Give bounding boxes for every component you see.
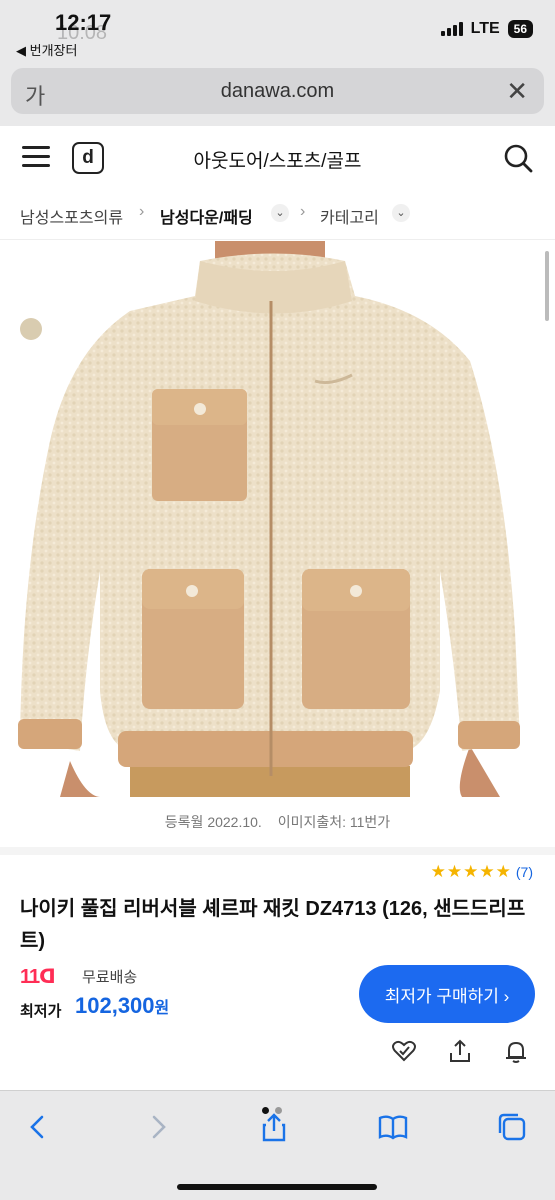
price-alert-bell-icon[interactable] [503, 1038, 529, 1064]
chevron-right-icon: › [300, 203, 306, 220]
product-actions [391, 1038, 529, 1064]
browser-address-area: 가 danawa.com ✕ [0, 58, 555, 126]
scrollbar[interactable] [545, 251, 549, 321]
battery-icon: 56 [507, 20, 533, 38]
price: 102,300원 [75, 993, 169, 1019]
shipping-info: 무료배송 [82, 969, 138, 986]
network-type: LTE [470, 20, 500, 37]
bookmarks-icon[interactable] [377, 1111, 409, 1143]
price-value: 102,300 [75, 993, 155, 1018]
status-time: 12:17 [55, 10, 112, 35]
close-icon[interactable]: ✕ [506, 76, 528, 107]
address-bar[interactable]: 가 danawa.com ✕ [11, 68, 544, 114]
browser-toolbar [0, 1090, 555, 1200]
product-title: 나이키 풀집 리버서블 셰르파 재킷 DZ4713 (126, 샌드드리프트) [20, 898, 526, 952]
site-header: d 아웃도어/스포츠/골프 [0, 126, 555, 192]
image-source: 이미지출처: 11번가 [277, 814, 391, 830]
image-meta: 등록월 2022.10. 이미지출처: 11번가 [0, 812, 555, 832]
home-indicator [177, 1184, 377, 1190]
wishlist-icon[interactable] [391, 1038, 417, 1064]
status-indicators: LTE 56 [440, 20, 533, 38]
signal-icon [440, 22, 463, 36]
share-icon[interactable] [258, 1111, 290, 1143]
chevron-down-icon[interactable]: ⌄ [271, 204, 289, 222]
breadcrumb-level3[interactable]: 카테고리 [320, 204, 379, 228]
rating[interactable]: ★★★★★ (7) [431, 862, 533, 882]
category-title: 아웃도어/스포츠/골프 [193, 151, 362, 172]
product-image[interactable] [0, 241, 555, 797]
back-icon[interactable] [22, 1111, 54, 1143]
url-text[interactable]: danawa.com [11, 80, 544, 103]
jacket-illustration [18, 241, 520, 797]
11st-logo-icon: 11ᗡ [20, 966, 56, 988]
color-swatch[interactable] [20, 318, 42, 340]
tabs-icon[interactable] [496, 1111, 528, 1143]
search-icon[interactable] [503, 143, 533, 173]
share-icon[interactable] [447, 1038, 473, 1064]
back-to-app-link[interactable]: ◀ 번개장터 [16, 40, 77, 59]
status-bar: 10:08 12:17 ◀ 번개장터 LTE 56 [0, 0, 555, 58]
chevron-down-icon[interactable]: ⌄ [392, 204, 410, 222]
buy-lowest-price-button[interactable]: 최저가 구매하기 › [359, 965, 535, 1023]
review-count[interactable]: (7) [516, 864, 533, 880]
chevron-right-icon: › [139, 203, 145, 220]
lowest-price-label: 최저가 [20, 1003, 62, 1020]
section-divider [0, 847, 555, 855]
forward-icon[interactable] [142, 1111, 174, 1143]
price-unit: 원 [154, 1000, 170, 1017]
star-rating-icon: ★★★★★ [430, 862, 512, 881]
registration-date: 등록월 2022.10. [164, 814, 262, 830]
breadcrumb-level2[interactable]: 남성다운/패딩 [160, 204, 253, 228]
breadcrumb-level1[interactable]: 남성스포츠의류 [20, 204, 123, 228]
